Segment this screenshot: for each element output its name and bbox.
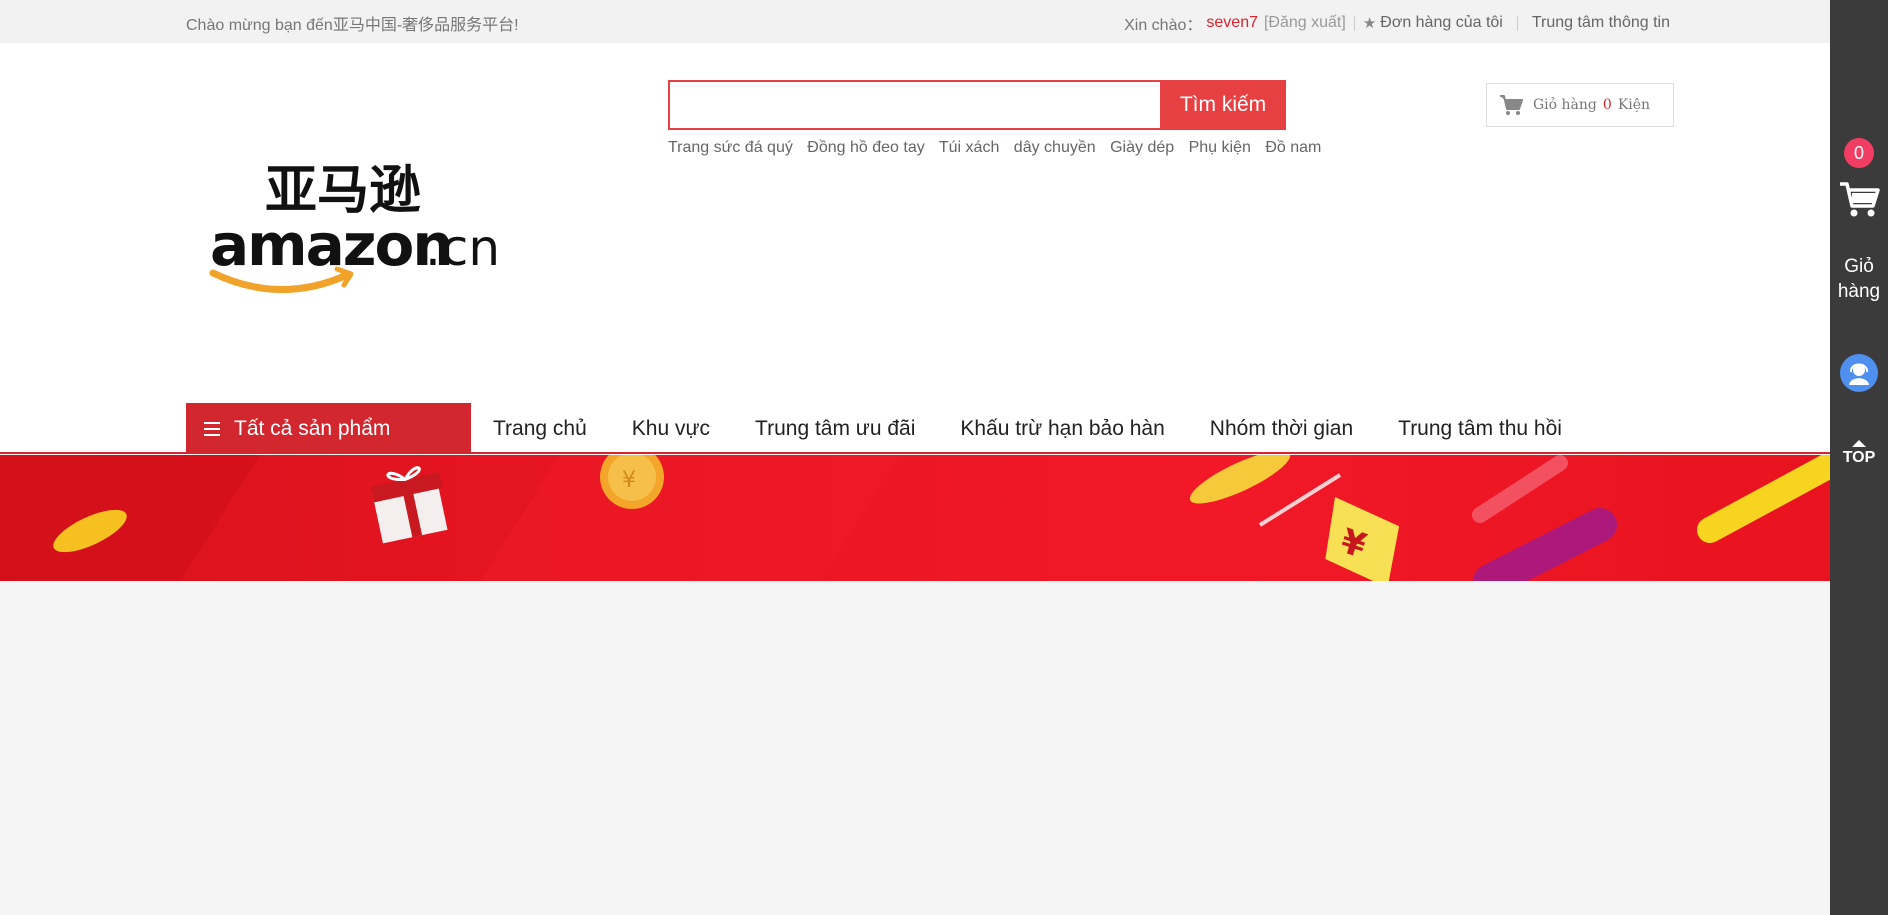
- header: 亚马逊 amazon .cn Tìm kiếm Trang sức đá quý…: [0, 43, 1830, 403]
- search-button[interactable]: Tìm kiếm: [1160, 80, 1286, 130]
- amazon-logo[interactable]: 亚马逊 amazon .cn: [205, 153, 505, 298]
- cart-label: Giỏ hàng: [1533, 97, 1597, 113]
- divider: [1353, 15, 1355, 31]
- hot-search-words: Trang sức đá quý Đồng hồ đeo tay Túi xác…: [668, 139, 1330, 163]
- sidebar-cart-label-1: Giỏ: [1844, 256, 1874, 277]
- logo-latin-text: amazon: [210, 211, 452, 279]
- hot-word-link[interactable]: dây chuyền: [1014, 139, 1096, 156]
- nav-item-time-group[interactable]: Nhóm thời gian: [1210, 417, 1353, 441]
- customer-service-icon[interactable]: [1840, 354, 1878, 392]
- cart-unit: Kiện: [1617, 97, 1651, 113]
- top-bar: Chào mừng bạn đến亚马中国-奢侈品服务平台! Xin chào：…: [0, 0, 1830, 43]
- sidebar-cart-button[interactable]: Giỏ hàng: [1830, 254, 1888, 304]
- logout-link[interactable]: [Đăng xuất]: [1264, 14, 1346, 32]
- search-box: Tìm kiếm: [668, 80, 1286, 130]
- nav-item-promotions[interactable]: Trung tâm ưu đãi: [755, 417, 915, 441]
- logo-suffix-text: .cn: [425, 219, 500, 277]
- top-bar-right: Xin chào： seven7 [Đăng xuất] ★ Đơn hàng …: [1124, 11, 1670, 35]
- cart-icon: [1500, 95, 1523, 115]
- username-link[interactable]: seven7: [1206, 14, 1258, 32]
- divider: [1516, 15, 1518, 31]
- banner-decoration: ¥ ¥: [0, 455, 1830, 581]
- back-to-top-button[interactable]: TOP: [1830, 440, 1888, 467]
- hot-word-link[interactable]: Giày dép: [1110, 139, 1174, 156]
- info-center-link[interactable]: Trung tâm thông tin: [1532, 14, 1670, 32]
- back-to-top-label: TOP: [1842, 449, 1876, 466]
- gift-icon: [370, 466, 448, 544]
- back-to-top-icon: [1852, 440, 1866, 447]
- money-note-icon: ¥: [1325, 497, 1400, 581]
- search-input[interactable]: [668, 80, 1160, 130]
- nav-item-home[interactable]: Trang chủ: [493, 417, 587, 441]
- nav-item-recycle-center[interactable]: Trung tâm thu hồi: [1398, 417, 1562, 441]
- all-products-label: Tất cả sản phẩm: [234, 416, 391, 440]
- cart-count: 0: [1602, 97, 1612, 113]
- sidebar-cart-label-2: hàng: [1837, 281, 1881, 302]
- menu-icon: [204, 421, 220, 436]
- nav-item-warranty-deduction[interactable]: Khấu trừ hạn bảo hàn: [960, 417, 1164, 441]
- sidebar-cart-count-badge: 0: [1844, 138, 1874, 168]
- welcome-text: Chào mừng bạn đến亚马中国-奢侈品服务平台!: [186, 17, 519, 34]
- hot-word-link[interactable]: Phụ kiện: [1189, 139, 1251, 156]
- coin-icon: [1189, 455, 1291, 504]
- star-icon: ★: [1362, 15, 1377, 32]
- promo-banner[interactable]: ¥ ¥: [0, 455, 1830, 581]
- hot-word-link[interactable]: Túi xách: [939, 139, 999, 156]
- svg-text:¥: ¥: [622, 468, 636, 493]
- sidebar-cart-icon[interactable]: [1838, 180, 1880, 225]
- greeting-text: Xin chào：: [1124, 17, 1203, 34]
- header-cart-button[interactable]: Giỏ hàng 0 Kiện: [1486, 83, 1674, 127]
- main-nav: Tất cả sản phẩm Trang chủ Khu vực Trung …: [0, 403, 1830, 454]
- hot-word-link[interactable]: Trang sức đá quý: [668, 139, 793, 156]
- right-sidebar: 0 Giỏ hàng TOP: [1830, 0, 1888, 915]
- nav-item-region[interactable]: Khu vực: [632, 417, 710, 441]
- nav-items: Trang chủ Khu vực Trung tâm ưu đãi Khấu …: [493, 403, 1607, 454]
- my-orders-link[interactable]: Đơn hàng của tôi: [1380, 14, 1503, 32]
- all-products-button[interactable]: Tất cả sản phẩm: [186, 403, 471, 454]
- hot-word-link[interactable]: Đồng hồ đeo tay: [807, 139, 924, 156]
- hot-word-link[interactable]: Đồ nam: [1265, 139, 1321, 156]
